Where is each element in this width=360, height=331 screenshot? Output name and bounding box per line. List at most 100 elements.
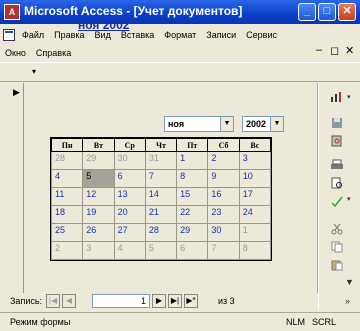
week-row: 4 5 6 7 8 9 10	[50, 169, 272, 188]
day-cell[interactable]: 10	[238, 169, 272, 188]
spelling-icon[interactable]	[330, 195, 344, 207]
day-cell[interactable]: 30	[113, 151, 146, 170]
day-cell[interactable]: 17	[238, 187, 272, 206]
menu-tools[interactable]: Сервис	[241, 30, 282, 40]
document-icon[interactable]	[3, 29, 15, 41]
menu-file[interactable]: Файл	[17, 30, 49, 40]
day-cell[interactable]: 2	[207, 151, 240, 170]
day-cell[interactable]: 3	[238, 151, 272, 170]
chevron-down-icon[interactable]: ▼	[270, 117, 283, 131]
first-record-button[interactable]: |◀	[46, 294, 60, 308]
month-combo-value: ноя	[168, 119, 185, 129]
day-cell[interactable]: 22	[176, 205, 209, 224]
mdi-close-button[interactable]: ✕	[345, 44, 354, 57]
access-app-icon[interactable]: A	[4, 4, 20, 20]
next-record-button[interactable]: ▶	[152, 294, 166, 308]
chevron-down-icon[interactable]: ▾	[347, 93, 351, 101]
save-icon[interactable]	[330, 117, 344, 129]
day-cell[interactable]: 9	[207, 169, 240, 188]
record-count: из 3	[218, 296, 235, 306]
toolbar-options-chevron-icon[interactable]: ▾	[32, 67, 36, 76]
day-cell[interactable]: 28	[50, 151, 84, 170]
day-cell[interactable]: 29	[82, 151, 115, 170]
day-cell-selected[interactable]: 5	[82, 169, 115, 188]
day-cell[interactable]: 4	[113, 241, 146, 260]
day-cell[interactable]: 2	[50, 241, 84, 260]
search-icon[interactable]	[330, 135, 344, 147]
day-cell[interactable]: 14	[144, 187, 178, 206]
day-cell[interactable]: 26	[82, 223, 115, 242]
title-bar: A Microsoft Access - [Учет документов] _…	[0, 0, 360, 24]
menu-row-2: Окно Справка	[0, 44, 76, 62]
week-row: 11 12 13 14 15 16 17	[50, 187, 272, 206]
day-cell[interactable]: 4	[50, 169, 84, 188]
mdi-restore-button[interactable]: ◻	[330, 44, 339, 57]
weekday-header-row: Пн Вт Ср Чт Пт Сб Вс	[50, 138, 272, 152]
scroll-down-icon[interactable]: ▼	[345, 277, 354, 287]
year-combo[interactable]: 2002 ▼	[242, 116, 284, 132]
weekday-header: Ср	[113, 138, 146, 152]
close-button[interactable]: ✕	[338, 3, 356, 21]
day-cell[interactable]: 6	[176, 241, 209, 260]
day-cell[interactable]: 3	[82, 241, 115, 260]
current-record-field[interactable]: 1	[92, 294, 150, 308]
month-combo[interactable]: ноя ▼	[164, 116, 234, 132]
day-cell[interactable]: 24	[238, 205, 272, 224]
cut-icon[interactable]	[330, 223, 344, 235]
current-record-arrow-icon: ▶	[13, 87, 20, 97]
day-cell[interactable]: 27	[113, 223, 146, 242]
copy-icon[interactable]	[330, 241, 344, 253]
toolbar-overflow-icon[interactable]: »	[345, 296, 350, 306]
calendar-title: ноя 2002	[78, 18, 130, 32]
chart-icon[interactable]	[330, 91, 344, 103]
weekday-header: Сб	[207, 138, 240, 152]
day-cell[interactable]: 13	[113, 187, 146, 206]
day-cell[interactable]: 23	[207, 205, 240, 224]
weekday-header: Вс	[238, 138, 272, 152]
weekday-header: Чт	[144, 138, 178, 152]
day-cell[interactable]: 19	[82, 205, 115, 224]
menu-window[interactable]: Окно	[0, 48, 31, 58]
day-cell[interactable]: 15	[176, 187, 209, 206]
day-cell[interactable]: 25	[50, 223, 84, 242]
day-cell[interactable]: 29	[176, 223, 209, 242]
day-cell[interactable]: 18	[50, 205, 84, 224]
chevron-down-icon[interactable]: ▼	[220, 117, 233, 131]
day-cell[interactable]: 8	[238, 241, 272, 260]
day-cell[interactable]: 16	[207, 187, 240, 206]
maximize-button[interactable]: □	[318, 3, 336, 21]
mdi-minimize-button[interactable]: –	[316, 44, 322, 56]
day-cell[interactable]: 1	[176, 151, 209, 170]
menu-help[interactable]: Справка	[31, 48, 76, 58]
paste-icon[interactable]	[330, 259, 344, 271]
last-record-button[interactable]: ▶|	[168, 294, 182, 308]
day-cell[interactable]: 20	[113, 205, 146, 224]
day-cell[interactable]: 6	[113, 169, 146, 188]
status-mode: Режим формы	[10, 317, 71, 327]
minimize-button[interactable]: _	[298, 3, 316, 21]
weekday-header: Вт	[82, 138, 115, 152]
menu-records[interactable]: Записи	[201, 30, 241, 40]
day-cell[interactable]: 31	[144, 151, 178, 170]
record-selector[interactable]: ▶	[10, 83, 24, 293]
day-cell[interactable]: 7	[207, 241, 240, 260]
chevron-down-icon[interactable]: ▾	[347, 195, 351, 203]
day-cell[interactable]: 28	[144, 223, 178, 242]
day-cell[interactable]: 21	[144, 205, 178, 224]
new-record-button[interactable]: ▶*	[184, 294, 198, 308]
window-title: Microsoft Access - [Учет документов]	[24, 4, 243, 18]
menu-format[interactable]: Формат	[159, 30, 201, 40]
day-cell[interactable]: 5	[144, 241, 178, 260]
right-toolbar: ▾ ▾ ▼ »	[318, 83, 360, 310]
day-cell[interactable]: 7	[144, 169, 178, 188]
day-cell[interactable]: 11	[50, 187, 84, 206]
record-label: Запись:	[10, 296, 43, 306]
day-cell[interactable]: 1	[238, 223, 272, 242]
previous-record-button[interactable]: ◀	[62, 294, 76, 308]
menu-bar: Файл Правка Вид Вставка Формат Записи Се…	[0, 24, 360, 62]
print-icon[interactable]	[330, 159, 344, 171]
day-cell[interactable]: 8	[176, 169, 209, 188]
day-cell[interactable]: 30	[207, 223, 240, 242]
day-cell[interactable]: 12	[82, 187, 115, 206]
print-preview-icon[interactable]	[330, 177, 344, 189]
